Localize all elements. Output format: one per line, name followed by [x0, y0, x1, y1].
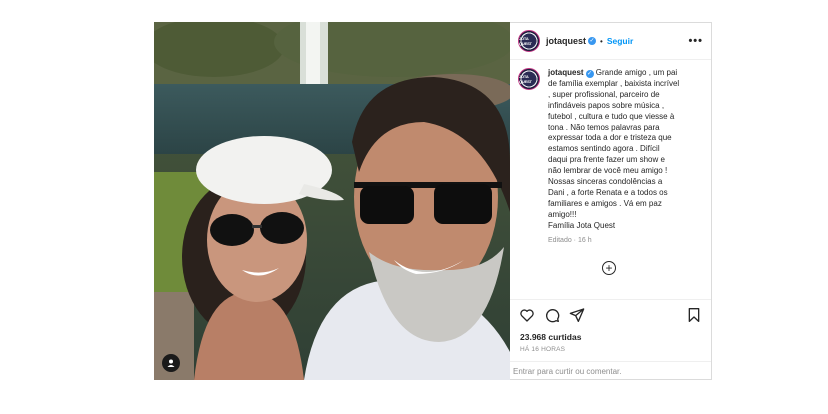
selfie-image	[154, 22, 510, 380]
post-time[interactable]: HÁ 16 HORAS	[520, 346, 565, 353]
caption: JOTA QUEST jotaquest ✓ Grande amigo , um …	[518, 68, 706, 247]
post-header: JOTA QUEST jotaquest ✓ • Seguir •••	[510, 23, 711, 60]
like-heart-icon[interactable]	[519, 307, 535, 323]
username-link[interactable]: jotaquest	[546, 36, 586, 46]
account-avatar[interactable]: JOTA QUEST	[518, 30, 540, 52]
avatar-logo-text: JOTA QUEST	[519, 36, 532, 46]
comment-box	[510, 361, 711, 381]
caption-text-block: jotaquest ✓ Grande amigo , um pai de famí…	[548, 68, 679, 247]
caption-verified-icon: ✓	[585, 70, 594, 78]
comment-bubble-icon[interactable]	[544, 307, 560, 323]
share-paper-plane-icon[interactable]	[569, 307, 585, 323]
caption-avatar[interactable]: JOTA QUEST	[518, 68, 540, 90]
caption-username[interactable]: jotaquest	[548, 68, 584, 77]
comment-input[interactable]	[513, 367, 708, 376]
more-options-icon[interactable]: •••	[688, 35, 703, 47]
add-comment-icon[interactable]: +	[602, 261, 616, 275]
post-sidebar: JOTA QUEST jotaquest ✓ • Seguir ••• JOTA…	[510, 22, 712, 380]
caption-avatar-logo-text: JOTA QUEST	[519, 74, 532, 84]
post-photo[interactable]	[154, 22, 510, 380]
edited-timestamp: Editado · 16 h	[548, 236, 592, 244]
separator-dot: •	[600, 36, 603, 46]
tagged-user-icon[interactable]	[162, 354, 180, 372]
caption-text: Grande amigo , um pai de família exempla…	[548, 68, 680, 230]
follow-button[interactable]: Seguir	[607, 36, 633, 46]
verified-badge-icon: ✓	[588, 37, 597, 45]
save-bookmark-icon[interactable]	[686, 307, 702, 323]
likes-count[interactable]: 23.968 curtidas	[520, 332, 581, 342]
action-bar	[510, 299, 711, 329]
instagram-post: JOTA QUEST jotaquest ✓ • Seguir ••• JOTA…	[154, 22, 712, 380]
